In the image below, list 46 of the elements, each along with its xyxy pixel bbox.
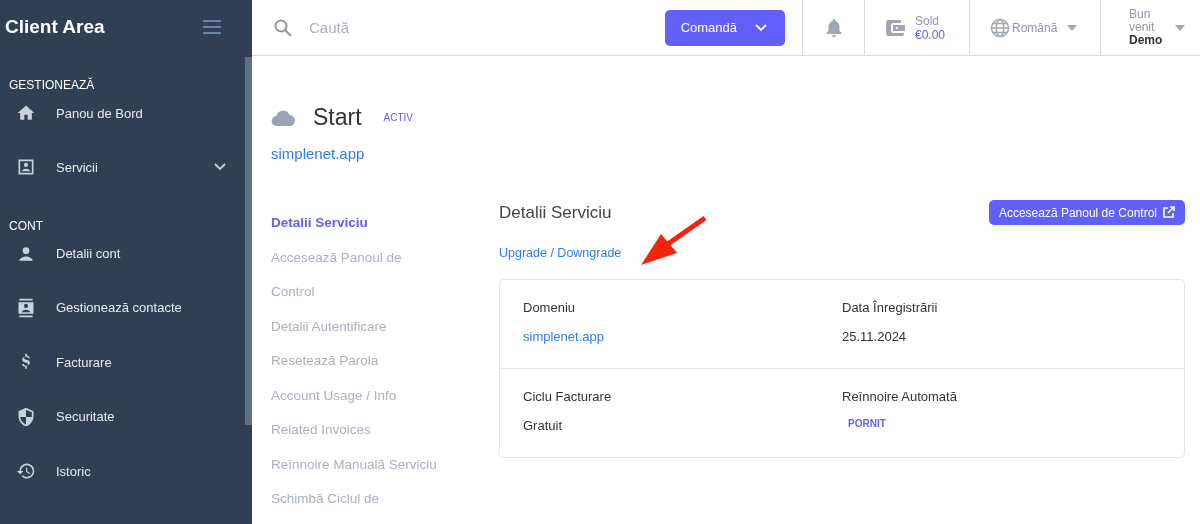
service-title: Start: [313, 104, 362, 131]
status-label: PORNIT: [848, 418, 886, 429]
bell-icon[interactable]: [824, 17, 843, 38]
cloud-icon: [271, 109, 295, 126]
status-label: ACTIV: [383, 112, 414, 123]
arrow-icon: [639, 216, 709, 268]
order-button[interactable]: Comandă: [664, 9, 785, 46]
balance-value: €0.00: [915, 27, 946, 42]
control-panel-button[interactable]: Accesează Panoul de Control: [988, 200, 1185, 225]
section-heading: GESTIONEAZĂ: [8, 76, 96, 92]
shield-icon: [16, 406, 36, 427]
service-nav-item[interactable]: Detalii Serviciu: [271, 206, 439, 241]
caret-icon: [1175, 24, 1185, 31]
language-selector[interactable]: Română: [969, 0, 1100, 55]
sidebar-item[interactable]: Panou de Bord: [0, 92, 245, 134]
field-label: Ciclu Facturare: [523, 389, 613, 404]
domain-link[interactable]: simplenet.app: [271, 145, 1185, 162]
field-value: 25.11.2024: [842, 329, 908, 344]
field-link[interactable]: simplenet.app: [523, 329, 842, 344]
field-label: Domeniu: [523, 300, 577, 315]
wallet-icon: [885, 18, 905, 37]
sidebar-item[interactable]: Istoric: [0, 444, 245, 499]
field-value: Gratuit: [523, 418, 563, 433]
scrollbar[interactable]: [245, 57, 252, 425]
contact-book-icon: [16, 297, 36, 318]
sidebar-item[interactable]: Servicii: [0, 140, 245, 195]
id-card-icon: [16, 157, 36, 178]
field-label: Reînnoire Automată: [842, 389, 958, 404]
menu-icon[interactable]: [203, 20, 221, 34]
upgrade-link[interactable]: Upgrade / Downgrade: [499, 246, 622, 260]
globe-icon: [990, 17, 1010, 38]
balance-label: Sold: [915, 13, 941, 28]
chevron-icon: [755, 23, 767, 32]
sidebar-item[interactable]: Detalii cont: [0, 232, 245, 275]
sidebar-item[interactable]: Gestionează contacte: [0, 280, 245, 335]
field-label: Data Înregistrării: [842, 300, 939, 315]
section-heading: CONT: [8, 217, 44, 233]
sidebar-item[interactable]: Securitate: [0, 389, 245, 444]
app-title: Client Area: [5, 16, 105, 38]
section-title: Detalii Serviciu: [499, 202, 612, 223]
external-link-icon: [1162, 206, 1175, 219]
search-icon: [274, 18, 292, 37]
user-menu[interactable]: Bun venit Demo: [1100, 0, 1200, 55]
sidebar-item[interactable]: Facturare: [0, 335, 245, 390]
home-icon: [16, 103, 36, 123]
caret-icon: [1067, 24, 1078, 31]
